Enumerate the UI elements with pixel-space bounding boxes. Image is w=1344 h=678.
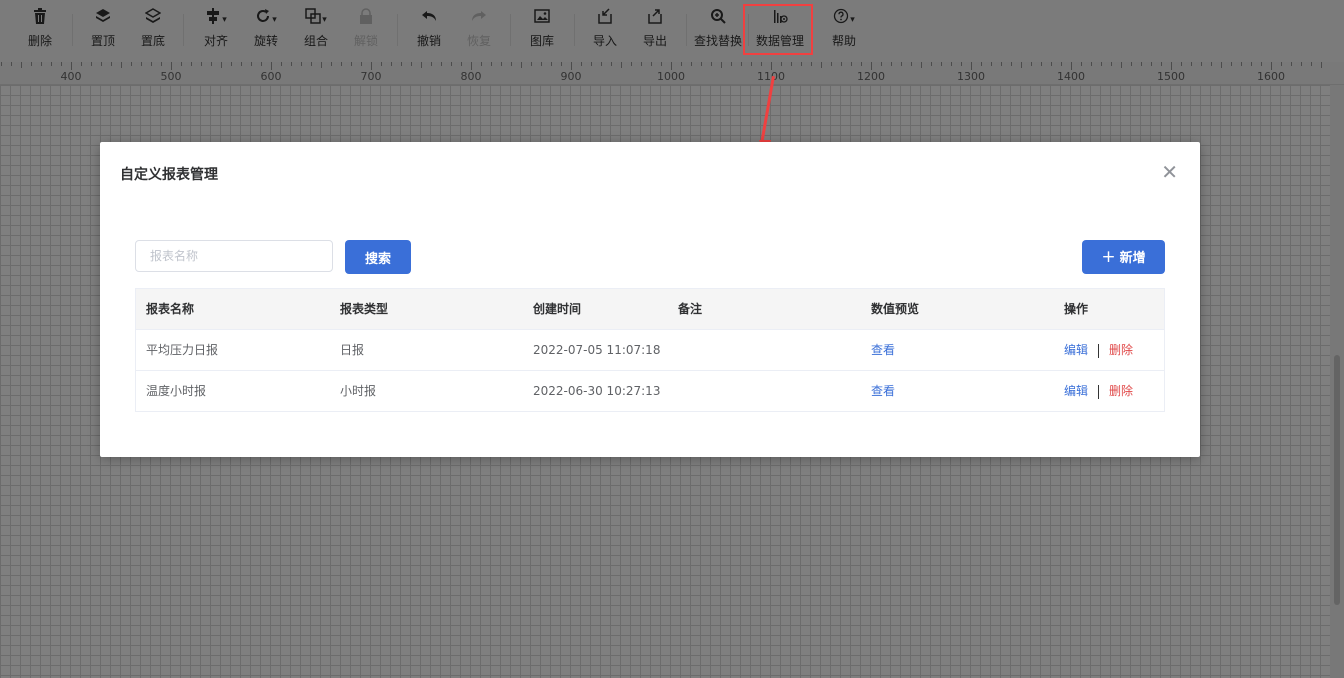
delete-link[interactable]: 删除 <box>1109 384 1133 398</box>
report-name-search-input[interactable] <box>135 240 333 272</box>
table-header-row: 报表名称 报表类型 创建时间 备注 数值预览 操作 <box>136 289 1164 330</box>
action-divider <box>1098 343 1100 358</box>
action-divider <box>1098 384 1100 399</box>
delete-link[interactable]: 删除 <box>1109 343 1133 357</box>
view-link[interactable]: 查看 <box>871 371 895 411</box>
report-name-cell: 平均压力日报 <box>146 343 219 357</box>
edit-link[interactable]: 编辑 <box>1064 384 1088 398</box>
add-button-label: 新增 <box>1119 251 1146 266</box>
column-header: 数值预览 <box>871 302 920 316</box>
annotation-highlight-box <box>743 4 813 55</box>
column-header: 备注 <box>678 302 703 316</box>
report-type-cell: 小时报 <box>340 384 377 398</box>
column-header: 报表名称 <box>146 302 195 316</box>
actions-cell: 编辑 删除 <box>1064 371 1133 411</box>
report-type-cell: 日报 <box>340 343 365 357</box>
dialog-title: 自定义报表管理 <box>120 167 218 183</box>
column-header: 报表类型 <box>340 302 389 316</box>
actions-cell: 编辑 删除 <box>1064 330 1133 370</box>
column-header: 操作 <box>1064 302 1089 316</box>
view-link[interactable]: 查看 <box>871 330 895 370</box>
created-time-cell: 2022-06-30 10:27:13 <box>533 384 661 398</box>
add-report-button[interactable]: + 新增 <box>1082 240 1165 274</box>
table-row: 平均压力日报 日报 2022-07-05 11:07:18 查看 编辑 删除 <box>136 330 1164 371</box>
report-management-dialog: 自定义报表管理 ✕ 搜索 +新增 报表名称 报表类型 创建时间 备注 数值预览 … <box>100 142 1200 457</box>
report-name-cell: 温度小时报 <box>146 384 207 398</box>
column-header: 创建时间 <box>533 302 582 316</box>
plus-icon: + <box>1101 247 1116 267</box>
close-icon[interactable]: ✕ <box>1161 162 1178 182</box>
search-button[interactable]: 搜索 <box>345 240 411 274</box>
report-table: 报表名称 报表类型 创建时间 备注 数值预览 操作 平均压力日报 日报 2022… <box>135 288 1165 412</box>
created-time-cell: 2022-07-05 11:07:18 <box>533 343 661 357</box>
edit-link[interactable]: 编辑 <box>1064 343 1088 357</box>
table-row: 温度小时报 小时报 2022-06-30 10:27:13 查看 编辑 删除 <box>136 371 1164 411</box>
